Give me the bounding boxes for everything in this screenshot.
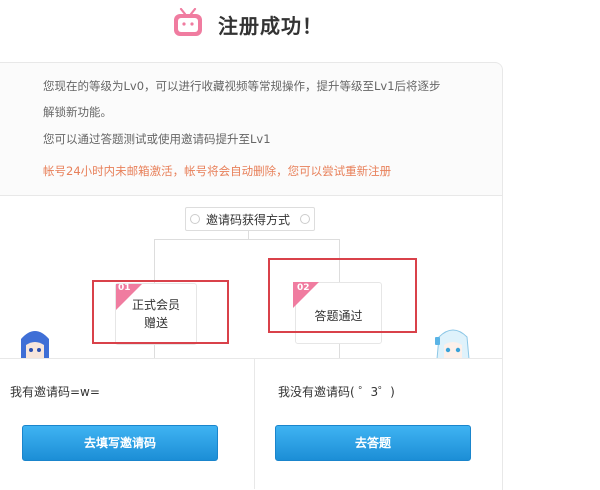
level-info-text-cont: 解锁新功能。 [43, 105, 112, 119]
invite-method-label: 邀请码获得方式 [206, 213, 291, 227]
highlight-box [92, 280, 229, 344]
dot-icon [190, 214, 200, 224]
upgrade-hint-text: 您可以通过答题测试或使用邀请码提升至Lv1 [43, 132, 271, 146]
fill-invite-code-button[interactable]: 去填写邀请码 [22, 425, 218, 461]
no-invite-label: 我没有邀请码( ゜3゜) [278, 385, 395, 399]
has-invite-label: 我有邀请码=w= [10, 385, 100, 399]
dot-icon [300, 214, 310, 224]
page-title: 注册成功！ [218, 14, 323, 38]
mascot-22-icon [21, 331, 49, 359]
activation-warning: 帐号24小时内未邮箱激活，帐号将会自动删除，您可以尝试重新注册 [43, 164, 392, 178]
flow-connector [154, 239, 340, 240]
action-panel [0, 358, 503, 490]
column-divider [254, 358, 255, 489]
take-quiz-button[interactable]: 去答题 [275, 425, 471, 461]
mascot-33-icon [435, 329, 470, 359]
tv-icon [174, 8, 202, 36]
invite-method-box: 邀请码获得方式 [185, 207, 315, 231]
highlight-box [268, 258, 417, 333]
header: 注册成功！ [0, 0, 600, 60]
level-info-text: 您现在的等级为Lv0，可以进行收藏视频等常规操作，提升等级至Lv1后将逐步 [43, 79, 441, 93]
